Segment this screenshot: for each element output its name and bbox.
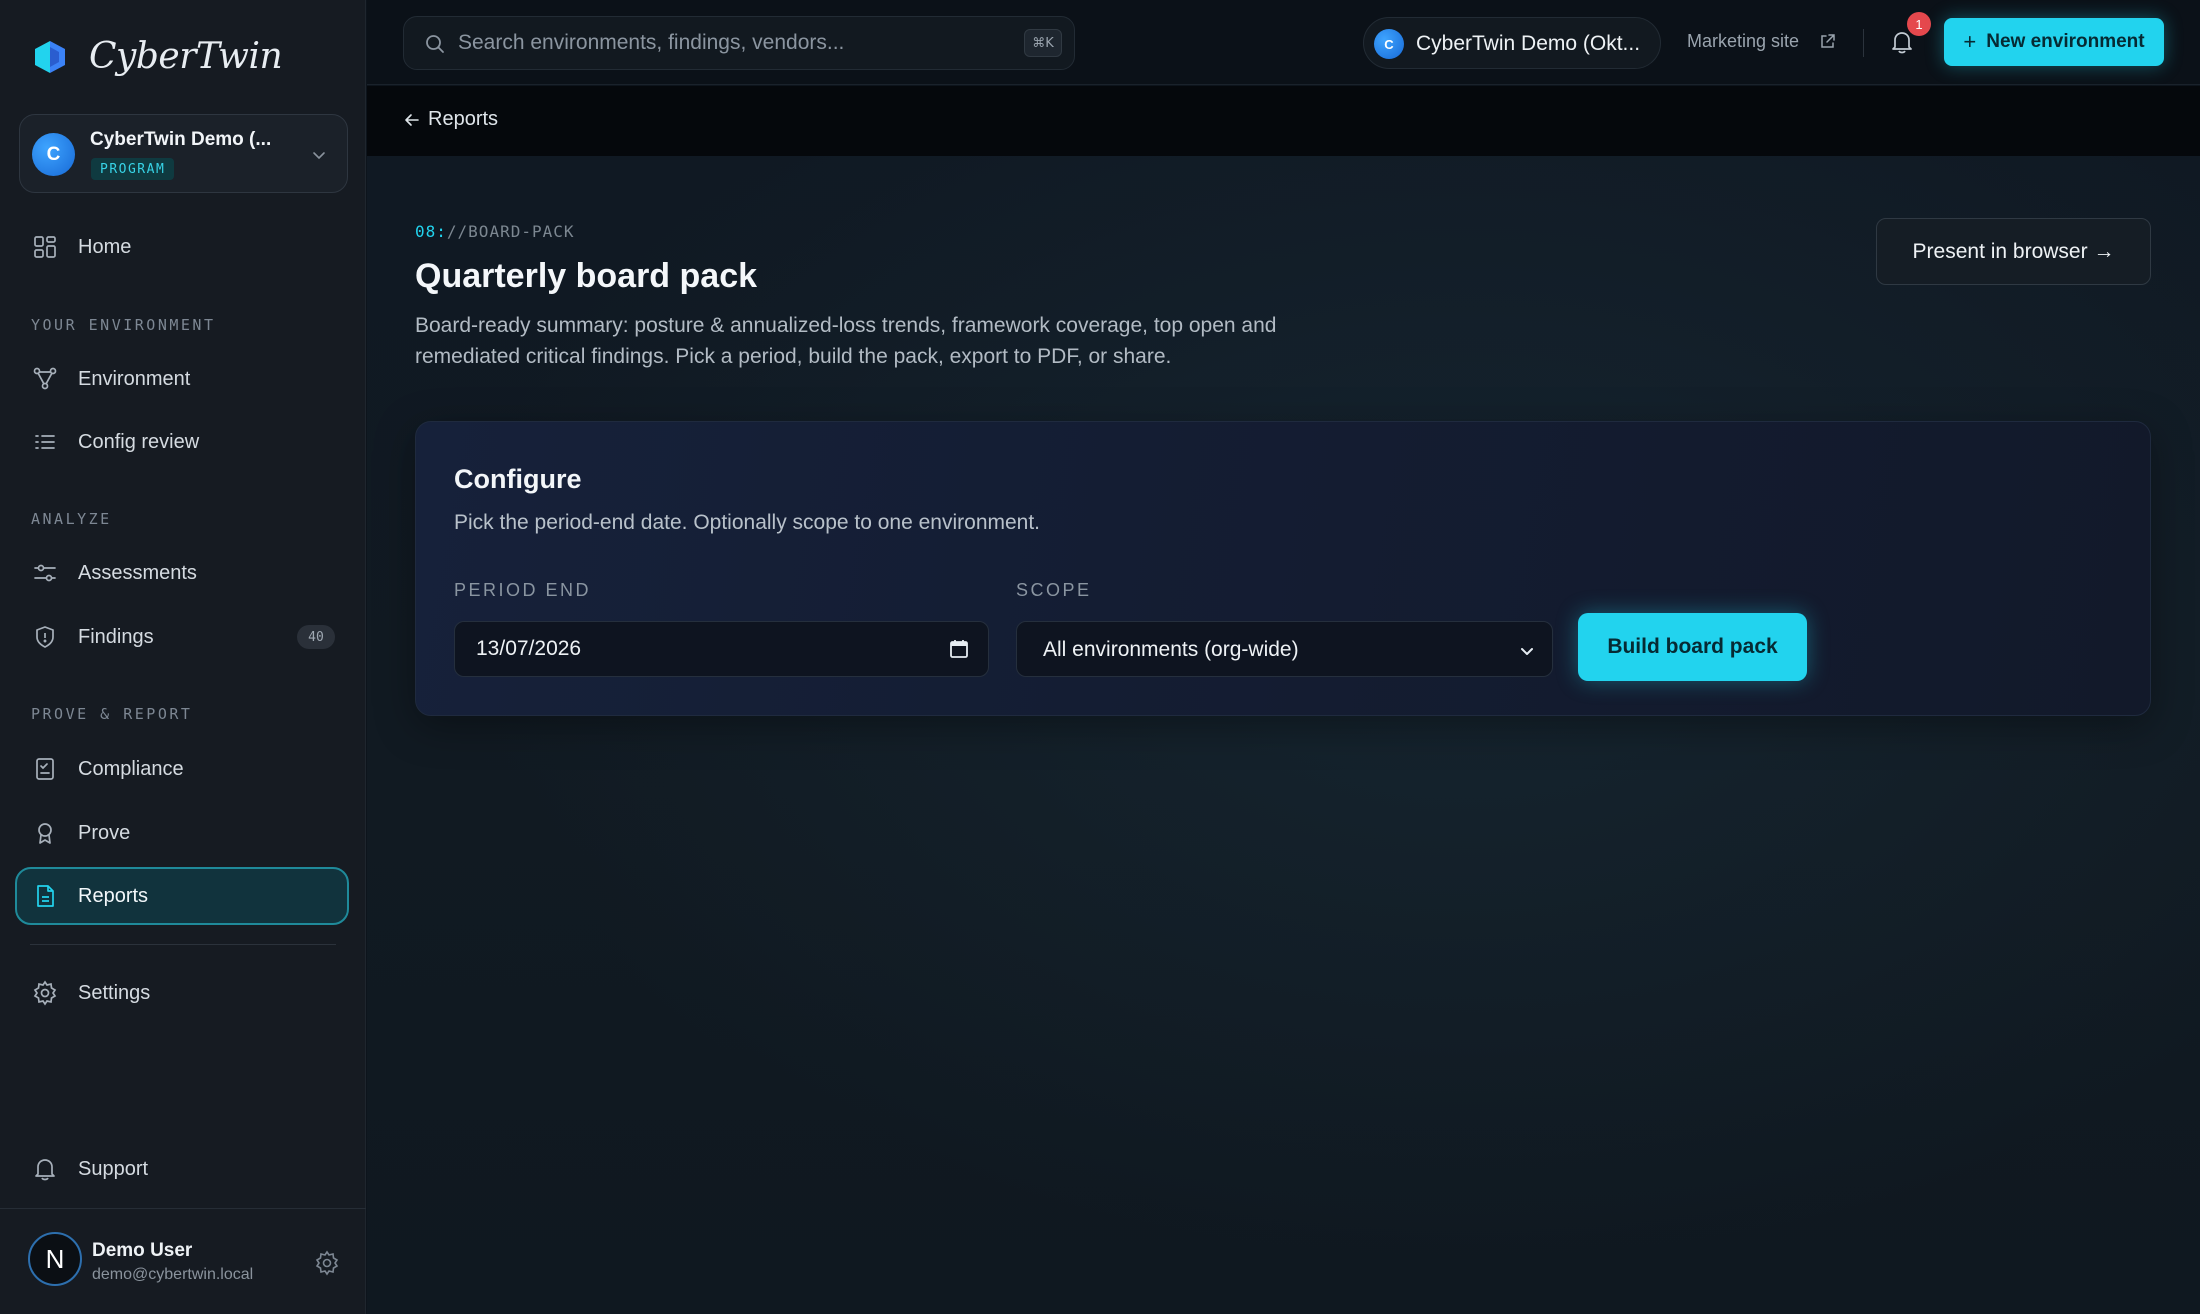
- findings-count-badge: 40: [297, 625, 335, 649]
- search-shortcut-hint: ⌘K: [1024, 29, 1062, 57]
- period-end-label: PERIOD END: [454, 580, 592, 600]
- sidebar-item-label: Settings: [78, 981, 151, 1004]
- sidebar-item-config-review[interactable]: Config review: [17, 414, 351, 470]
- sliders-icon: [34, 564, 56, 582]
- sidebar-item-support[interactable]: Support: [17, 1141, 351, 1197]
- org-switcher[interactable]: C CyberTwin Demo (... PROGRAM: [19, 114, 348, 193]
- page-eyebrow: 08://BOARD-PACK: [415, 222, 575, 241]
- checklist-icon: [36, 758, 54, 780]
- configure-description: Pick the period-end date. Optionally sco…: [454, 511, 1041, 534]
- sidebar-item-label: Findings: [78, 625, 154, 648]
- sidebar-item-assessments[interactable]: Assessments: [17, 545, 351, 601]
- user-settings-gear-icon[interactable]: [314, 1250, 340, 1276]
- sidebar-item-label: Prove: [78, 821, 131, 844]
- bell-icon: [35, 1159, 55, 1181]
- scope-label: SCOPE: [1016, 580, 1092, 600]
- period-end-value: 13/07/2026: [476, 637, 582, 660]
- top-bar: ⌘K C CyberTwin Demo (Okt... Marketing si…: [367, 0, 2200, 85]
- page-eyebrow-path: //BOARD-PACK: [446, 222, 575, 241]
- chevron-down-icon: [1521, 648, 1533, 655]
- back-to-reports-link[interactable]: Reports: [404, 108, 498, 131]
- list-icon: [35, 435, 55, 449]
- sidebar: CyberTwin C CyberTwin Demo (... PROGRAM …: [0, 0, 366, 1314]
- sidebar-item-label: Config review: [78, 430, 200, 453]
- present-in-browser-button[interactable]: Present in browser →: [1876, 218, 2151, 285]
- sidebar-item-label: Compliance: [78, 757, 184, 780]
- notification-count-badge: 1: [1907, 12, 1931, 36]
- sidebar-item-home[interactable]: Home: [17, 219, 351, 275]
- page-description: Board-ready summary: posture & annualize…: [415, 314, 1277, 368]
- section-label-analyze: ANALYZE: [31, 510, 112, 528]
- org-name: CyberTwin Demo (...: [90, 129, 272, 150]
- page-title: Quarterly board pack: [415, 257, 758, 295]
- network-icon: [33, 367, 57, 390]
- sidebar-divider: [30, 944, 336, 945]
- environment-avatar: C: [1374, 29, 1404, 59]
- environment-switcher[interactable]: C CyberTwin Demo (Okt...: [1363, 17, 1661, 69]
- chevron-down-icon: [313, 152, 325, 160]
- build-board-pack-button[interactable]: Build board pack: [1578, 613, 1807, 681]
- brand-name: CyberTwin: [89, 36, 283, 77]
- configure-title: Configure: [454, 464, 582, 494]
- sidebar-item-label: Assessments: [78, 561, 197, 584]
- configure-card: Configure Pick the period-end date. Opti…: [415, 421, 2151, 716]
- page-eyebrow-number: 08:: [415, 222, 447, 241]
- environment-name: CyberTwin Demo (Okt...: [1416, 32, 1641, 55]
- search-box[interactable]: ⌘K: [403, 16, 1075, 70]
- user-avatar[interactable]: N: [28, 1232, 82, 1286]
- user-email: demo@cybertwin.local: [92, 1266, 254, 1283]
- gear-icon: [33, 980, 57, 1006]
- sidebar-item-prove[interactable]: Prove: [17, 805, 351, 861]
- calendar-icon[interactable]: [948, 638, 970, 660]
- plus-icon: +: [1963, 29, 1977, 54]
- new-environment-button[interactable]: + New environment: [1944, 18, 2164, 66]
- marketing-site-link[interactable]: Marketing site: [1687, 31, 1799, 52]
- scope-selected-value: All environments (org-wide): [1043, 638, 1299, 661]
- sidebar-item-label: Support: [78, 1157, 149, 1180]
- external-link-icon: [1821, 34, 1835, 48]
- section-label-prove-report: PROVE & REPORT: [31, 705, 193, 723]
- sidebar-footer-divider: [0, 1208, 366, 1209]
- main-content: 08://BOARD-PACK Quarterly board pack Boa…: [367, 156, 2200, 1314]
- sidebar-item-findings[interactable]: Findings 40: [17, 609, 351, 665]
- sidebar-item-label: Reports: [78, 884, 149, 907]
- user-name: Demo User: [92, 1240, 193, 1261]
- org-avatar: C: [32, 133, 75, 176]
- award-icon: [38, 823, 52, 844]
- topbar-divider: [1863, 29, 1864, 57]
- search-icon: [426, 35, 444, 53]
- cybertwin-logo-icon: [35, 40, 65, 73]
- sidebar-item-compliance[interactable]: Compliance: [17, 741, 351, 797]
- new-environment-label: New environment: [1986, 31, 2145, 52]
- sidebar-item-settings[interactable]: Settings: [17, 965, 351, 1021]
- back-link-label: Reports: [428, 108, 499, 130]
- section-label-environment: YOUR ENVIRONMENT: [31, 316, 216, 334]
- sidebar-item-label: Home: [78, 235, 132, 258]
- logo[interactable]: CyberTwin: [31, 36, 283, 77]
- sidebar-item-label: Environment: [78, 367, 191, 390]
- org-type-badge: PROGRAM: [91, 158, 175, 180]
- scope-select[interactable]: All environments (org-wide): [1016, 621, 1553, 677]
- shield-icon: [36, 626, 54, 648]
- arrow-left-icon: [405, 113, 419, 126]
- document-icon: [37, 885, 54, 907]
- sidebar-item-reports[interactable]: Reports: [15, 867, 349, 925]
- grid-icon: [34, 236, 56, 258]
- sidebar-item-environment[interactable]: Environment: [17, 351, 351, 407]
- breadcrumb-bar: Reports: [367, 86, 2200, 156]
- period-end-date-input[interactable]: 13/07/2026: [454, 621, 989, 677]
- search-input[interactable]: [458, 27, 988, 59]
